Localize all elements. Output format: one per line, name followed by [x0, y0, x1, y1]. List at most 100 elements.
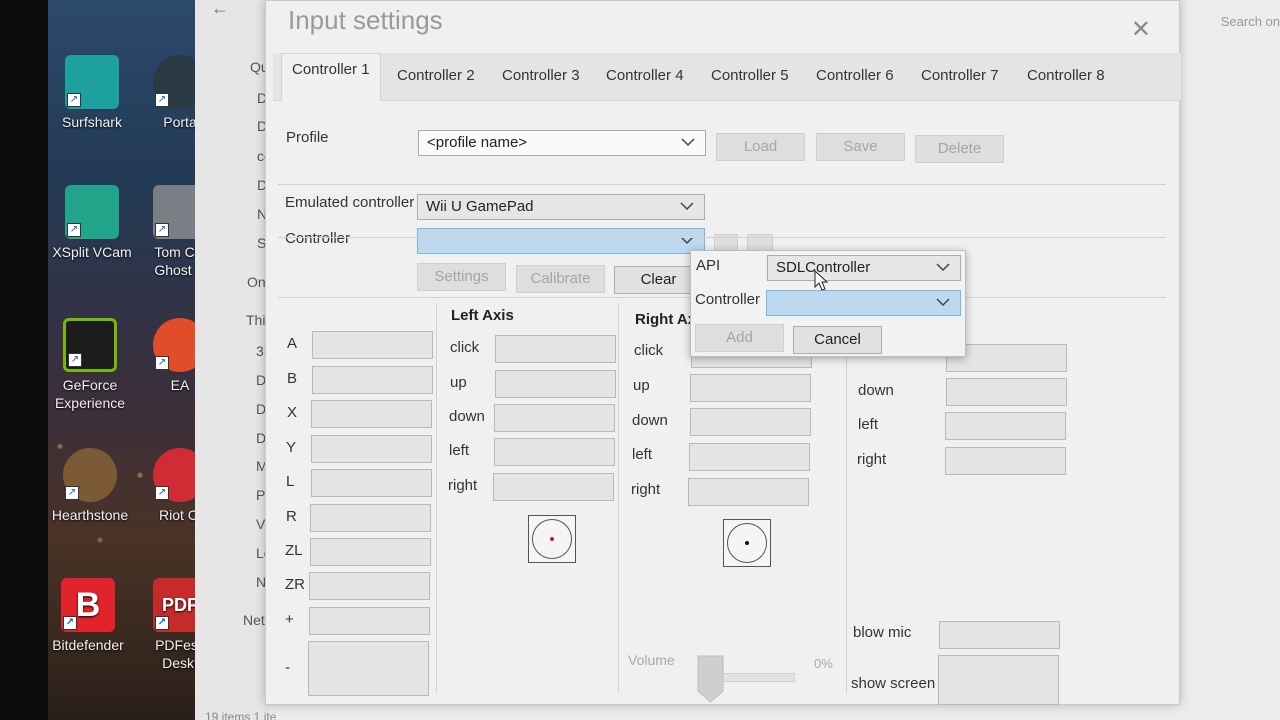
right-axis-title: Right Ax [635, 311, 697, 328]
left-axis-dot [550, 537, 554, 541]
left-axis-field-down[interactable] [494, 404, 615, 432]
tab-controller-5[interactable]: Controller 5 [711, 67, 789, 84]
right-axis-field-left[interactable] [689, 443, 810, 471]
binding-field-x[interactable] [311, 400, 432, 428]
right-axis-label-right: right [631, 481, 661, 498]
tab-controller-6[interactable]: Controller 6 [816, 67, 894, 84]
binding-field-zl[interactable] [310, 538, 431, 566]
dpad-field-left[interactable] [945, 412, 1066, 440]
tab-controller-3[interactable]: Controller 3 [502, 67, 580, 84]
right-axis-visualizer [723, 519, 771, 567]
desktop-icon-surfshark[interactable]: ↗ Surfshark [47, 55, 137, 131]
tab-controller-1[interactable]: Controller 1 [281, 53, 381, 101]
left-axis-field-up[interactable] [495, 370, 616, 398]
right-axis-label-up: up [633, 377, 650, 394]
left-axis-visualizer [528, 515, 576, 563]
desktop-icon-label: Surfshark [62, 114, 122, 130]
right-axis-field-up[interactable] [690, 374, 811, 402]
left-axis-field-left[interactable] [494, 438, 615, 466]
settings-button[interactable]: Settings [417, 263, 506, 291]
add-controller-popup: API SDLController Controller Add Cancel [690, 250, 966, 357]
blow-mic-field[interactable] [939, 621, 1060, 649]
save-button[interactable]: Save [816, 133, 905, 161]
button-label-r: R [286, 508, 297, 525]
controller-dropdown[interactable] [417, 228, 705, 254]
binding-field-y[interactable] [311, 435, 432, 463]
calibrate-button[interactable]: Calibrate [516, 265, 605, 293]
mouse-cursor-icon [814, 270, 829, 291]
cancel-button[interactable]: Cancel [793, 326, 882, 354]
shortcut-arrow-icon: ↗ [68, 353, 82, 367]
right-axis-field-down[interactable] [690, 408, 811, 436]
left-axis-field-click[interactable] [495, 335, 616, 363]
right-axis-dot [745, 541, 749, 545]
shortcut-arrow-icon: ↗ [155, 223, 169, 237]
binding-field-r[interactable] [310, 504, 431, 532]
binding-field-minus[interactable] [308, 641, 429, 696]
load-button[interactable]: Load [716, 133, 805, 161]
controller-tabs: Controller 1 Controller 2 Controller 3 C… [273, 53, 1181, 101]
desktop-icon-label: Bitdefender [52, 637, 124, 653]
profile-dropdown[interactable]: <profile name> [418, 130, 706, 156]
dialog-title: Input settings [288, 5, 443, 35]
surfshark-icon: ↗ [65, 55, 119, 109]
column-divider [436, 303, 437, 693]
desktop-icon-hearthstone[interactable]: ↗ Hearthstone [45, 448, 135, 524]
api-dropdown[interactable]: SDLController [767, 255, 961, 281]
dpad-label-right: right [857, 451, 887, 468]
binding-field-b[interactable] [312, 366, 433, 394]
button-label-b: B [287, 370, 298, 387]
close-icon[interactable]: ✕ [1131, 15, 1151, 44]
desktop-icon-bitdefender[interactable]: B ↗ Bitdefender [43, 578, 133, 654]
popup-controller-label: Controller [695, 291, 761, 308]
chevron-down-icon [936, 298, 950, 307]
volume-value: 0% [814, 656, 833, 671]
popup-controller-dropdown[interactable] [766, 290, 961, 316]
right-axis-field-right[interactable] [688, 478, 809, 506]
binding-field-a[interactable] [312, 331, 433, 359]
emulated-controller-dropdown[interactable]: Wii U GamePad [417, 194, 705, 220]
tab-controller-8[interactable]: Controller 8 [1027, 67, 1105, 84]
shortcut-arrow-icon: ↗ [63, 616, 77, 630]
explorer-status-bar: 19 items 1 ite [205, 710, 277, 720]
bitdefender-icon: B ↗ [61, 578, 115, 632]
geforce-experience-icon: ↗ [63, 318, 117, 372]
binding-field-l[interactable] [311, 469, 432, 497]
left-axis-label-down: down [449, 408, 485, 425]
left-axis-field-right[interactable] [493, 473, 614, 501]
desktop-icon-xsplit-vcam[interactable]: ↗ XSplit VCam [47, 185, 137, 261]
tab-controller-7[interactable]: Controller 7 [921, 67, 999, 84]
dpad-field-down[interactable] [946, 378, 1067, 406]
button-label-x: X [287, 404, 298, 421]
chevron-down-icon [680, 236, 694, 245]
hearthstone-icon: ↗ [63, 448, 117, 502]
emulated-controller-value: Wii U GamePad [426, 198, 534, 215]
add-button[interactable]: Add [695, 324, 784, 352]
volume-slider-thumb[interactable] [697, 655, 724, 703]
shortcut-arrow-icon: ↗ [155, 486, 169, 500]
button-label-l: L [286, 473, 295, 490]
shortcut-arrow-icon: ↗ [67, 223, 81, 237]
tab-controller-2[interactable]: Controller 2 [397, 67, 475, 84]
button-label-a: A [287, 335, 298, 352]
delete-button[interactable]: Delete [915, 135, 1004, 163]
explorer-search-box[interactable]: Search on [1221, 14, 1280, 29]
desktop-icon-label: XSplit VCam [52, 244, 132, 260]
dpad-field-right[interactable] [945, 447, 1066, 475]
left-axis-label-left: left [449, 442, 470, 459]
monitor-bezel [0, 0, 48, 720]
binding-field-zr[interactable] [309, 572, 430, 600]
show-screen-field[interactable] [938, 655, 1059, 705]
tab-controller-4[interactable]: Controller 4 [606, 67, 684, 84]
button-label-plus: + [285, 611, 294, 628]
button-label-minus: - [285, 659, 290, 676]
right-axis-label-left: left [632, 446, 653, 463]
desktop-icon-geforce[interactable]: ↗ GeForce Experience [45, 318, 135, 412]
back-arrow-icon[interactable]: ← [211, 0, 229, 19]
nav-item-network[interactable]: Net [243, 612, 265, 628]
button-label-y: Y [286, 439, 297, 456]
binding-field-plus[interactable] [309, 607, 430, 635]
dpad-label-left: left [858, 416, 879, 433]
column-divider [846, 303, 847, 693]
shortcut-arrow-icon: ↗ [155, 616, 169, 630]
